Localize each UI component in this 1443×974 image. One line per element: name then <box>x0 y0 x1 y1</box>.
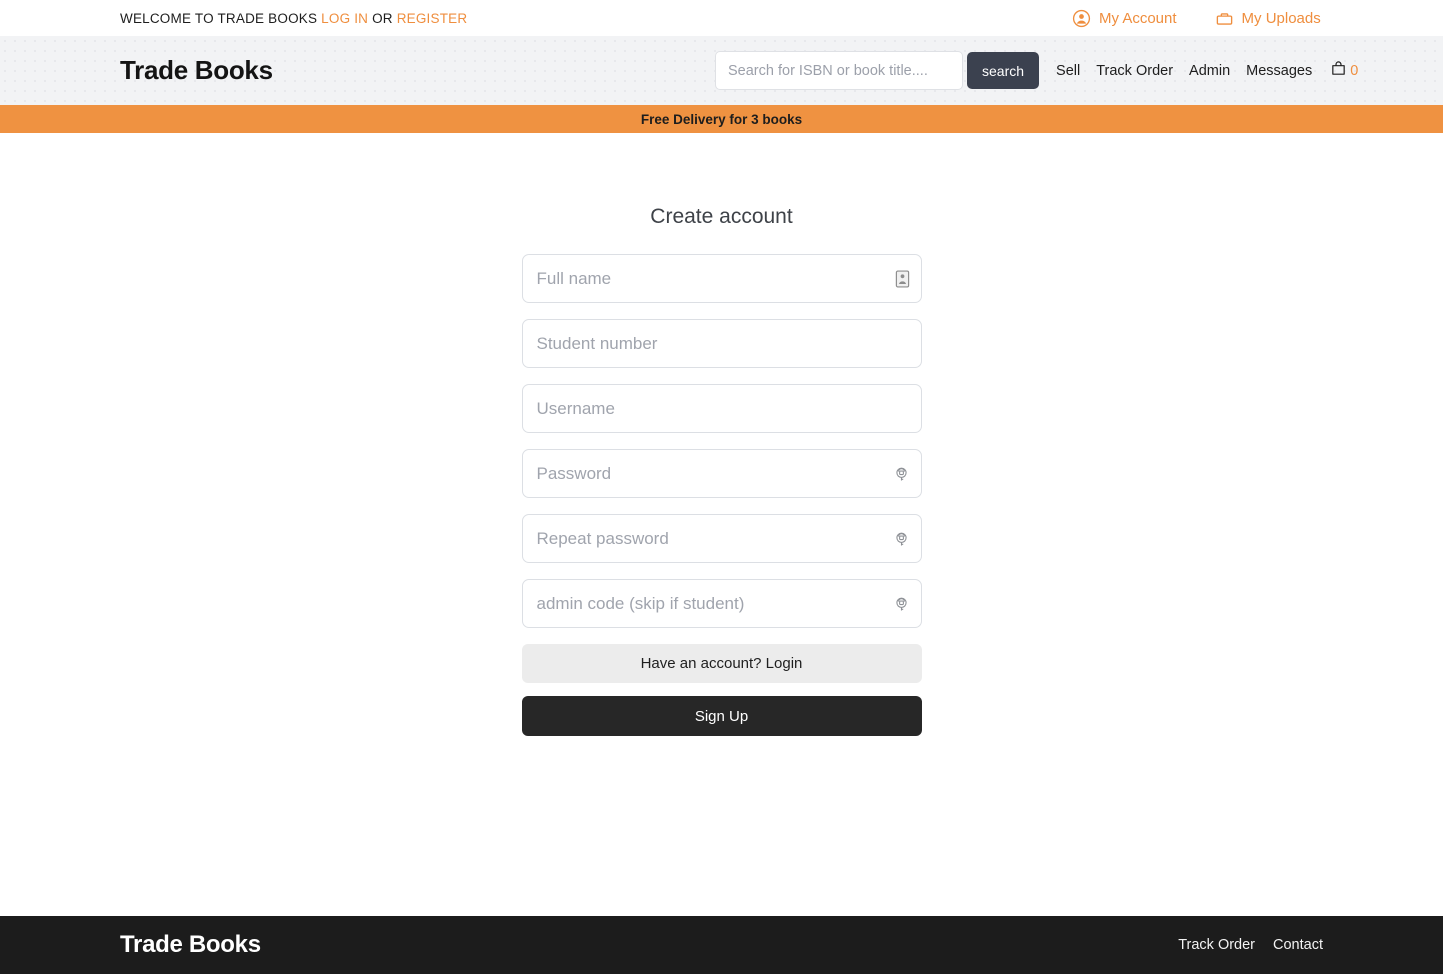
field-student-number <box>521 319 922 368</box>
repeat-password-input[interactable] <box>521 514 922 563</box>
header-controls: search Sell Track Order Admin Messages 0 <box>715 51 1358 90</box>
search-input[interactable] <box>715 51 963 90</box>
my-account-link[interactable]: My Account <box>1072 9 1177 28</box>
field-repeat-password <box>521 514 922 563</box>
site-footer: Trade Books Track Order Contact <box>0 916 1443 974</box>
password-input[interactable] <box>521 449 922 498</box>
main-content: Create account Full name Student number … <box>0 133 1443 916</box>
footer-link-contact[interactable]: Contact <box>1273 937 1323 953</box>
field-password <box>521 449 922 498</box>
have-account-login-button[interactable]: Have an account? Login <box>521 644 922 683</box>
nav-item-sell[interactable]: Sell <box>1056 63 1080 79</box>
signup-form: Create account Full name Student number … <box>521 205 922 736</box>
cart-count: 0 <box>1350 62 1359 79</box>
page-root: WELCOME TO TRADE BOOKS LOG IN OR REGISTE… <box>0 0 1443 974</box>
my-account-label: My Account <box>1099 9 1177 27</box>
search-button[interactable]: search <box>967 52 1040 89</box>
shopping-bag-icon <box>1330 59 1347 82</box>
nav-item-messages[interactable]: Messages <box>1246 63 1312 79</box>
promo-banner: Free Delivery for 3 books <box>0 105 1443 133</box>
page-title: Create account <box>650 205 793 228</box>
nav-item-track-order[interactable]: Track Order <box>1096 63 1173 79</box>
site-header: Trade Books search Sell Track Order Admi… <box>0 36 1443 105</box>
footer-links: Track Order Contact <box>1178 937 1323 953</box>
welcome-message: WELCOME TO TRADE BOOKS LOG IN OR REGISTE… <box>120 11 467 26</box>
field-admin-code <box>521 579 922 628</box>
footer-logo[interactable]: Trade Books <box>120 931 261 959</box>
register-link[interactable]: REGISTER <box>397 11 468 26</box>
top-utility-bar: WELCOME TO TRADE BOOKS LOG IN OR REGISTE… <box>0 0 1443 36</box>
field-full-name <box>521 254 922 303</box>
top-account-links: My Account My Uploads <box>1072 9 1321 28</box>
cart-button[interactable]: 0 <box>1330 59 1358 82</box>
student-number-input[interactable] <box>521 319 922 368</box>
field-username <box>521 384 922 433</box>
promo-banner-text: Free Delivery for 3 books <box>640 111 803 127</box>
welcome-text: WELCOME TO TRADE BOOKS <box>120 10 318 26</box>
login-link[interactable]: LOG IN <box>321 11 368 26</box>
footer-link-track-order[interactable]: Track Order <box>1178 937 1255 953</box>
nav-item-admin[interactable]: Admin <box>1189 63 1230 79</box>
admin-code-input[interactable] <box>521 579 922 628</box>
my-uploads-link[interactable]: My Uploads <box>1215 9 1321 28</box>
username-input[interactable] <box>521 384 922 433</box>
my-uploads-label: My Uploads <box>1241 9 1321 27</box>
user-circle-icon <box>1072 9 1091 28</box>
header-nav: Sell Track Order Admin Messages 0 <box>1056 59 1358 82</box>
briefcase-icon <box>1215 9 1234 28</box>
site-logo[interactable]: Trade Books <box>120 55 273 86</box>
full-name-input[interactable] <box>521 254 922 303</box>
sign-up-button[interactable]: Sign Up <box>521 696 922 736</box>
or-separator: OR <box>372 10 393 26</box>
